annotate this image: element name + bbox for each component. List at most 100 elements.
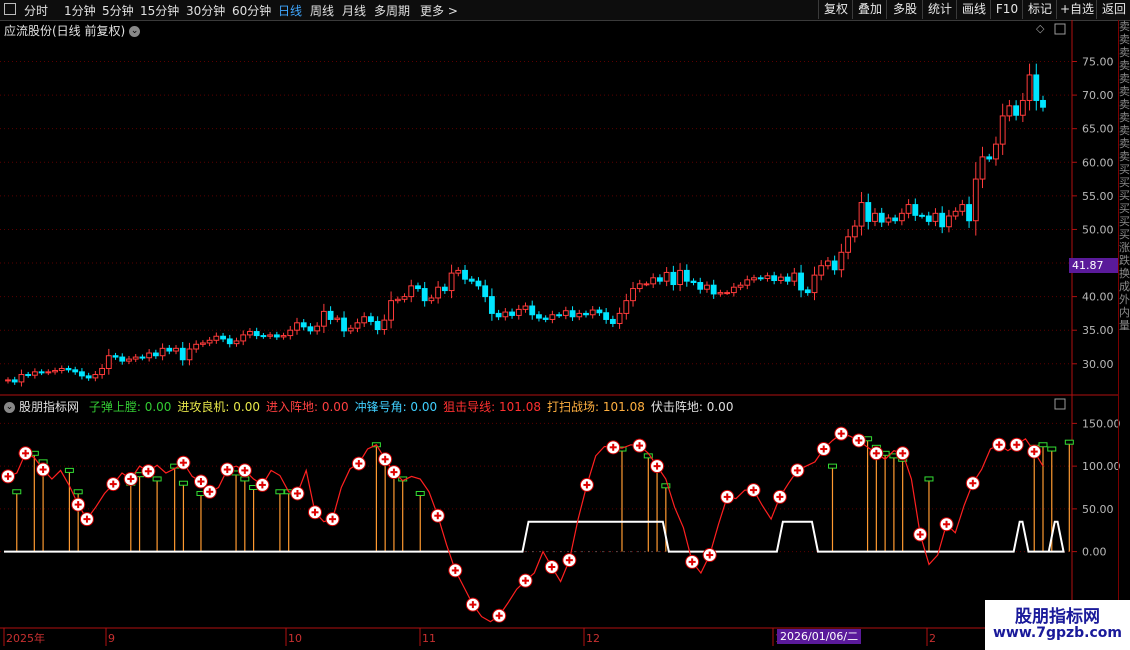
candle-down xyxy=(1013,105,1020,116)
indicator-bar-cap xyxy=(1064,439,1074,445)
indicator-name: 股朋指标网 xyxy=(19,400,80,414)
indicator-bar-cap xyxy=(827,463,837,469)
candle-up xyxy=(724,292,731,295)
candle-up xyxy=(744,279,751,286)
cursor-date-tag: 2026/01/06/二 xyxy=(777,629,862,644)
candle-up xyxy=(361,316,368,324)
indicator-bar-cap xyxy=(178,480,188,486)
plus-circle-marker xyxy=(386,465,401,480)
candle-up xyxy=(31,371,38,376)
plus-circle-marker xyxy=(1009,437,1024,452)
indicator-bar-cap xyxy=(1047,446,1057,452)
candle-up xyxy=(589,309,596,316)
candle-down xyxy=(179,347,186,361)
candle-up xyxy=(314,325,321,332)
candle-down xyxy=(368,316,374,322)
candle-up xyxy=(979,156,986,180)
candle-down xyxy=(865,202,872,222)
candle-up xyxy=(751,277,757,281)
candle-up xyxy=(435,286,442,299)
candle-up xyxy=(294,322,300,331)
candle-down xyxy=(1040,99,1046,108)
plus-circle-marker xyxy=(141,464,156,479)
candle-down xyxy=(925,215,932,222)
candle-up xyxy=(858,202,865,227)
candle-down xyxy=(25,374,32,377)
candle-up xyxy=(932,212,939,222)
candle-up xyxy=(636,283,643,290)
plus-circle-marker xyxy=(465,597,480,612)
candle-up xyxy=(845,236,852,253)
candle-down xyxy=(609,318,616,324)
candle-up xyxy=(334,317,341,320)
candle-up xyxy=(650,277,657,285)
candle-up xyxy=(851,225,858,238)
plus-circle-marker xyxy=(79,512,94,527)
plus-circle-marker xyxy=(895,446,910,461)
candle-up xyxy=(408,285,415,298)
candle-up xyxy=(213,335,220,341)
plus-circle-marker xyxy=(290,486,305,501)
candle-down xyxy=(804,289,811,294)
candle-up xyxy=(952,210,959,217)
price-tick-label: 30.00 xyxy=(1082,358,1114,371)
plus-circle-marker xyxy=(71,497,86,512)
candle-down xyxy=(966,204,972,222)
candle-up xyxy=(972,178,979,222)
candle-down xyxy=(307,326,314,332)
candle-down xyxy=(421,288,428,302)
candle-up xyxy=(381,319,388,331)
plus-circle-marker xyxy=(518,573,533,588)
indicator-bar-cap xyxy=(152,476,162,482)
plus-circle-marker xyxy=(202,484,217,499)
candle-down xyxy=(757,277,764,280)
plus-circle-marker xyxy=(492,608,507,623)
candle-up xyxy=(959,204,966,212)
candle-up xyxy=(287,329,294,337)
candle-up xyxy=(347,327,354,332)
candle-down xyxy=(556,314,563,317)
candle-up xyxy=(999,115,1006,145)
candle-up xyxy=(45,371,52,374)
candle-down xyxy=(771,275,778,281)
plus-circle-marker xyxy=(176,455,191,470)
plus-circle-marker xyxy=(650,459,665,474)
price-tick-label: 75.00 xyxy=(1082,56,1114,69)
candle-down xyxy=(441,286,448,292)
candle-down xyxy=(690,280,697,284)
candle-up xyxy=(146,352,153,359)
candle-up xyxy=(247,331,253,336)
candle-down xyxy=(1033,74,1040,101)
candle-up xyxy=(428,297,435,302)
indicator-bar-cap xyxy=(924,476,934,482)
candle-up xyxy=(193,343,200,350)
plus-circle-marker xyxy=(1027,444,1042,459)
candle-down xyxy=(85,375,92,379)
indicator-bar-cap xyxy=(275,489,285,495)
candle-down xyxy=(220,335,226,340)
candle-up xyxy=(993,143,999,160)
candle-down xyxy=(300,322,307,328)
candle-up xyxy=(818,265,825,276)
indicator-bar-cap xyxy=(12,489,22,495)
plus-circle-marker xyxy=(255,477,270,492)
candle-down xyxy=(415,285,421,290)
candle-up xyxy=(905,204,912,214)
plus-circle-marker xyxy=(378,452,393,467)
indicator-header: ⌄ 股朋指标网 子弹上膛: 0.00 进攻良机: 0.00 进入阵地: 0.00 冲锋号… xyxy=(4,398,745,415)
candle-up xyxy=(92,374,99,379)
plus-circle-marker xyxy=(992,437,1007,452)
diamond-icon: ◇ xyxy=(1036,22,1045,35)
indicator-value-5: 打扫战场: 101.08 xyxy=(547,400,645,414)
indicator-tick-label: 50.00 xyxy=(1082,503,1114,516)
indicator-value-3: 冲锋号角: 0.00 xyxy=(354,400,438,414)
kline-chart[interactable]: 30.0035.0040.0045.0050.0055.0060.0065.00… xyxy=(0,0,1130,650)
plus-circle-marker xyxy=(772,489,787,504)
plus-circle-marker xyxy=(816,442,831,457)
plus-circle-marker xyxy=(834,426,849,441)
chevron-down-icon[interactable]: ⌄ xyxy=(4,402,15,413)
candle-down xyxy=(65,367,72,371)
candle-down xyxy=(475,280,482,287)
candle-down xyxy=(912,204,919,216)
candle-up xyxy=(737,284,744,288)
